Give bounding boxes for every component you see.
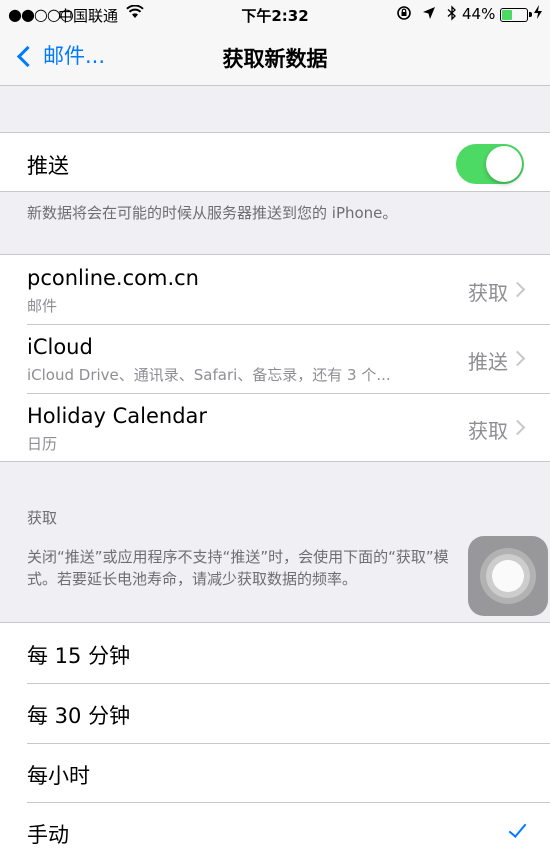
fetch-option-label: 手动	[27, 823, 69, 847]
account-row-pconline[interactable]: pconline.com.cn 邮件 获取	[0, 255, 550, 324]
fetch-option-hourly[interactable]: 每小时	[0, 743, 550, 802]
battery-icon	[500, 8, 532, 22]
account-name: Holiday Calendar	[27, 404, 208, 428]
battery-percentage: 44%	[462, 5, 496, 23]
fetch-option-30min[interactable]: 每 30 分钟	[0, 683, 550, 743]
fetch-section-header: 获取	[27, 509, 58, 527]
fetch-option-manual[interactable]: 手动	[0, 802, 550, 860]
push-label: 推送	[27, 154, 69, 178]
account-detail: iCloud Drive、通讯录、Safari、备忘录，还有 3 个...	[27, 366, 391, 384]
push-group: 推送	[0, 132, 550, 192]
fetch-option-label: 每 30 分钟	[27, 704, 131, 728]
page-title: 获取新数据	[222, 47, 328, 71]
toggle-knob	[486, 146, 522, 182]
fetch-description-line-1: 关闭“推送”或应用程序不支持“推送”时，会使用下面的“获取”模	[27, 548, 449, 566]
account-mode: 获取	[468, 419, 508, 443]
bluetooth-icon	[441, 5, 457, 22]
push-footer: 新数据将会在可能的时候从服务器推送到您的 iPhone。	[27, 204, 398, 222]
chevron-right-icon	[509, 281, 526, 298]
status-right-icons	[396, 5, 457, 22]
account-row-holiday-calendar[interactable]: Holiday Calendar 日历 获取	[0, 393, 550, 461]
fetch-options-group: 每 15 分钟 每 30 分钟 每小时 手动	[0, 622, 550, 860]
account-name: iCloud	[27, 335, 93, 359]
fetch-option-label: 每 15 分钟	[27, 644, 131, 668]
account-name: pconline.com.cn	[27, 266, 199, 290]
push-row: 推送	[0, 133, 550, 191]
fetch-description-line-2: 式。若要延长电池寿命，请减少获取数据的频率。	[27, 570, 358, 588]
fetch-option-15min[interactable]: 每 15 分钟	[0, 623, 550, 683]
charging-bolt-icon	[533, 4, 543, 24]
account-detail: 日历	[27, 435, 58, 453]
fetch-option-label: 每小时	[27, 764, 90, 788]
accounts-group: pconline.com.cn 邮件 获取 iCloud iCloud Driv…	[0, 254, 550, 462]
location-arrow-icon	[416, 6, 440, 22]
account-mode: 获取	[468, 281, 508, 305]
chevron-right-icon	[509, 419, 526, 436]
chevron-right-icon	[509, 350, 526, 367]
battery-fill	[502, 10, 513, 20]
status-bar: ●●○○○ 中国联通 下午2:32 44%	[0, 0, 550, 30]
push-toggle[interactable]	[456, 144, 524, 184]
account-mode: 推送	[468, 350, 508, 374]
navigation-bar: 邮件... 获取新数据	[0, 30, 550, 86]
account-detail: 邮件	[27, 297, 58, 315]
assistive-touch-button[interactable]	[468, 536, 548, 616]
rotation-lock-icon	[396, 6, 416, 22]
checkmark-icon	[508, 819, 527, 838]
account-row-icloud[interactable]: iCloud iCloud Drive、通讯录、Safari、备忘录，还有 3 …	[0, 324, 550, 393]
